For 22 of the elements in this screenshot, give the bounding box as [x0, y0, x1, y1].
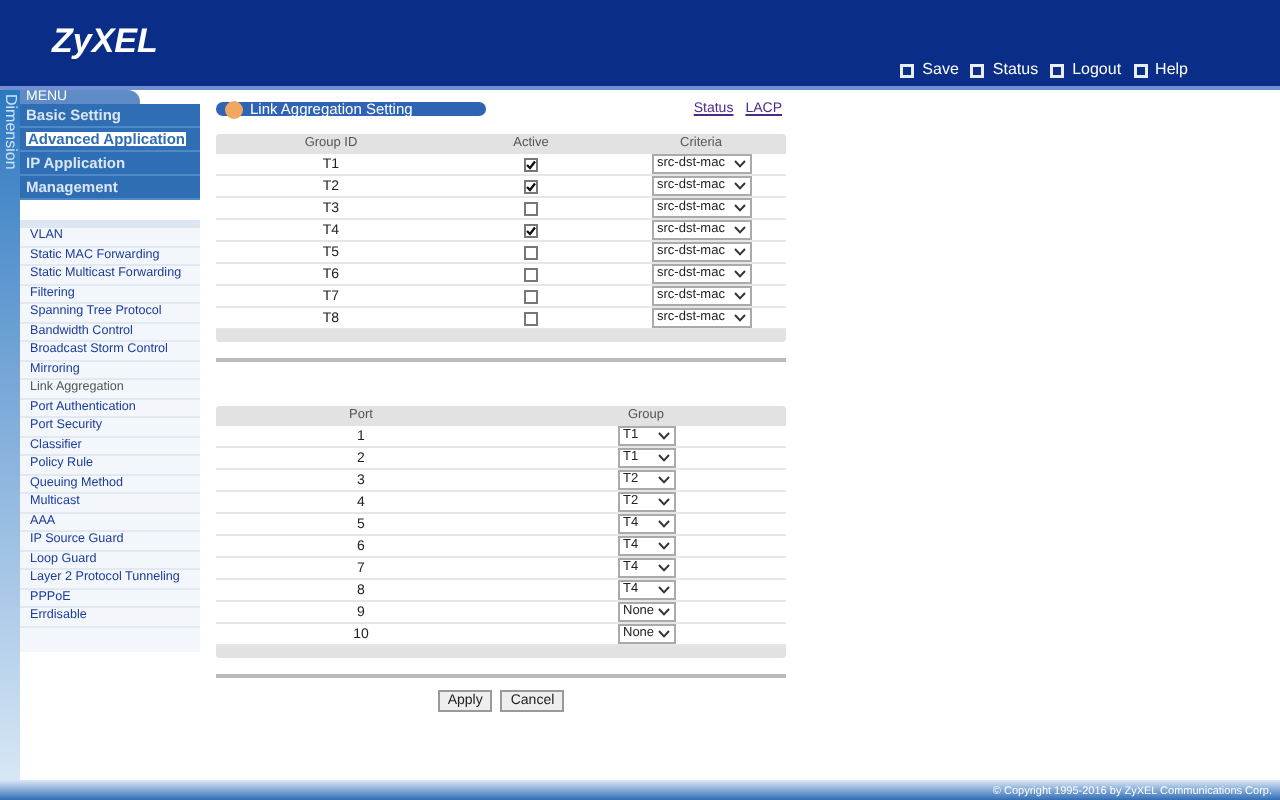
document-icon	[1133, 63, 1148, 77]
header-link[interactable]: Status	[992, 62, 1039, 78]
checkbox[interactable]	[524, 179, 538, 193]
product-name: Dimension	[2, 94, 18, 174]
header-link[interactable]: Logout	[1072, 62, 1122, 78]
check-icon	[526, 225, 536, 235]
checkbox[interactable]	[524, 223, 538, 237]
document-icon	[970, 63, 985, 77]
checkbox[interactable]	[524, 289, 538, 303]
document-icon	[1050, 63, 1065, 77]
checkbox[interactable]	[524, 267, 538, 281]
logo: ZyXEL	[52, 24, 158, 58]
orb-icon	[224, 99, 244, 119]
header-link[interactable]: Help	[1155, 62, 1188, 78]
checkbox[interactable]	[524, 311, 538, 325]
checkbox[interactable]	[524, 157, 538, 171]
check-icon	[526, 159, 536, 169]
document-icon	[900, 63, 915, 77]
checkbox[interactable]	[524, 245, 538, 259]
checkbox[interactable]	[524, 201, 538, 215]
header-link[interactable]: Save	[922, 62, 959, 78]
check-icon	[526, 181, 536, 191]
